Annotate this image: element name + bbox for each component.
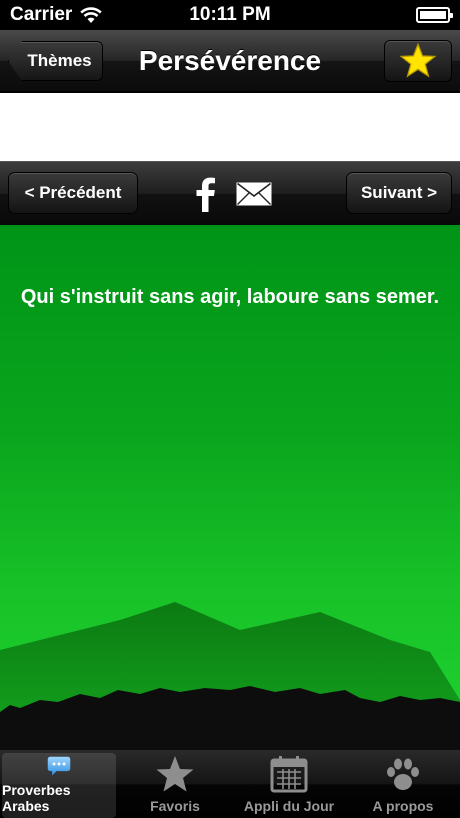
previous-button[interactable]: < Précédent: [8, 172, 138, 214]
paw-icon: [387, 758, 419, 790]
next-button[interactable]: Suivant >: [346, 172, 452, 214]
calendar-icon: [270, 756, 308, 793]
mountain-landscape-image: [0, 602, 460, 750]
tab-a-propos[interactable]: A propos: [346, 750, 460, 818]
tab-proverbes-arabes[interactable]: Proverbes Arabes: [2, 753, 116, 818]
status-bar: Carrier 10:11 PM: [0, 0, 460, 30]
previous-button-label: < Précédent: [24, 183, 122, 202]
carrier-label: Carrier: [10, 4, 73, 25]
tab-bar: Proverbes Arabes Favoris Appli du Jour A…: [0, 750, 460, 818]
battery-icon: [416, 7, 453, 23]
tab-label: A propos: [372, 798, 434, 814]
next-button-label: Suivant >: [360, 183, 438, 202]
speech-bubble-icon: [47, 756, 71, 776]
ad-banner-area: [0, 93, 460, 161]
add-favorite-button[interactable]: [384, 40, 452, 82]
tab-favoris[interactable]: Favoris: [118, 750, 232, 818]
tab-label: Favoris: [150, 798, 200, 814]
status-left: Carrier: [10, 4, 103, 26]
wifi-icon: [80, 6, 103, 23]
facebook-icon[interactable]: [193, 176, 217, 212]
proverb-view: Qui s'instruit sans agir, laboure sans s…: [0, 225, 460, 750]
star-icon: [399, 43, 437, 78]
star-icon: [156, 756, 194, 792]
tab-appli-du-jour[interactable]: Appli du Jour: [232, 750, 346, 818]
toolbar: < Précédent Suivant >: [0, 161, 460, 225]
mail-icon[interactable]: [236, 182, 272, 206]
tab-label: Appli du Jour: [243, 798, 335, 814]
proverb-text: Qui s'instruit sans agir, laboure sans s…: [20, 286, 440, 308]
tab-label: Proverbes Arabes: [2, 782, 71, 814]
back-button-label: Thèmes: [27, 51, 92, 70]
navigation-bar: Persévérence Thèmes: [0, 30, 460, 92]
back-button-themes[interactable]: Thèmes: [8, 41, 103, 81]
